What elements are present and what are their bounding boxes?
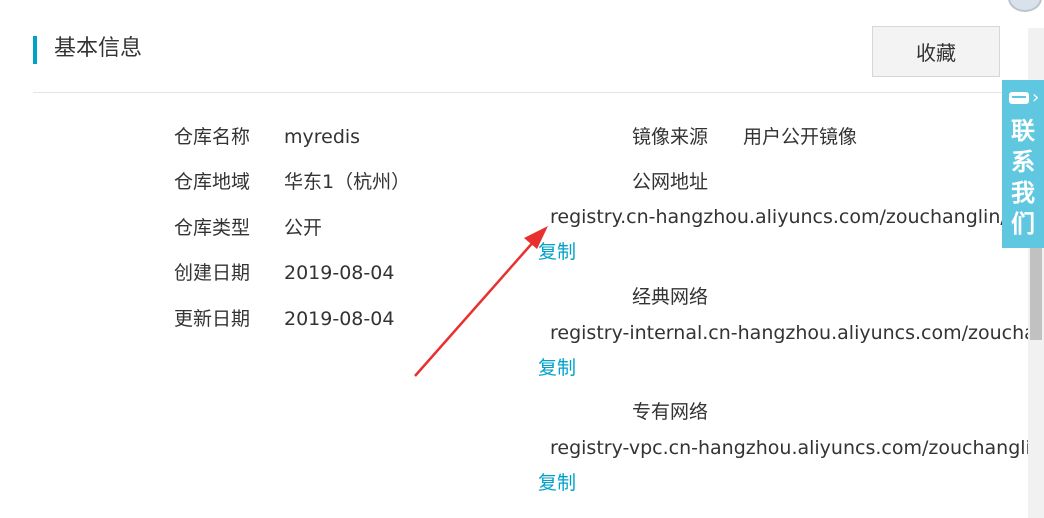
vpc-network-url: registry-vpc.cn-hangzhou.aliyuncs.com/zo…: [550, 437, 1028, 459]
contact-us-label: 联 系 我 们: [1009, 116, 1037, 240]
updated-date-label: 更新日期: [174, 308, 251, 330]
image-source-value: 用户公开镜像: [743, 126, 858, 148]
repo-region-label: 仓库地域: [174, 171, 251, 193]
updated-date-value: 2019-08-04: [284, 308, 395, 330]
contact-char: 系: [1011, 148, 1035, 176]
favorite-button[interactable]: 收藏: [872, 26, 1000, 77]
copy-classic-link[interactable]: 复制: [538, 355, 576, 381]
created-date-value: 2019-08-04: [284, 262, 395, 284]
chevron-right-icon: ›: [1032, 87, 1040, 108]
chat-icon: [1009, 92, 1029, 104]
copy-public-link[interactable]: 复制: [538, 239, 576, 265]
vpc-network-label: 专有网络: [632, 401, 709, 423]
public-address-label: 公网地址: [632, 171, 709, 193]
public-address-url: registry.cn-hangzhou.aliyuncs.com/zoucha…: [550, 206, 1028, 228]
repo-type-label: 仓库类型: [174, 217, 251, 239]
copy-vpc-link[interactable]: 复制: [538, 470, 576, 496]
contact-char: 联: [1011, 117, 1035, 145]
classic-network-url: registry-internal.cn-hangzhou.aliyuncs.c…: [550, 322, 1028, 344]
repo-name-value: myredis: [284, 126, 361, 148]
classic-network-label: 经典网络: [632, 286, 709, 308]
contact-us-widget[interactable]: › 联 系 我 们: [1002, 80, 1044, 248]
title-accent-bar: [33, 36, 37, 64]
repo-type-value: 公开: [284, 217, 323, 239]
avatar[interactable]: [1008, 0, 1042, 12]
created-date-label: 创建日期: [174, 262, 251, 284]
repo-region-value: 华东1（杭州）: [284, 171, 411, 193]
top-bar: [0, 0, 1044, 28]
scrollbar-thumb[interactable]: [1030, 240, 1042, 340]
page-title: 基本信息: [54, 36, 143, 61]
image-source-label: 镜像来源: [632, 126, 709, 148]
repo-name-label: 仓库名称: [174, 126, 251, 148]
contact-char: 们: [1011, 210, 1035, 238]
divider: [33, 92, 1028, 93]
contact-char: 我: [1011, 179, 1035, 207]
